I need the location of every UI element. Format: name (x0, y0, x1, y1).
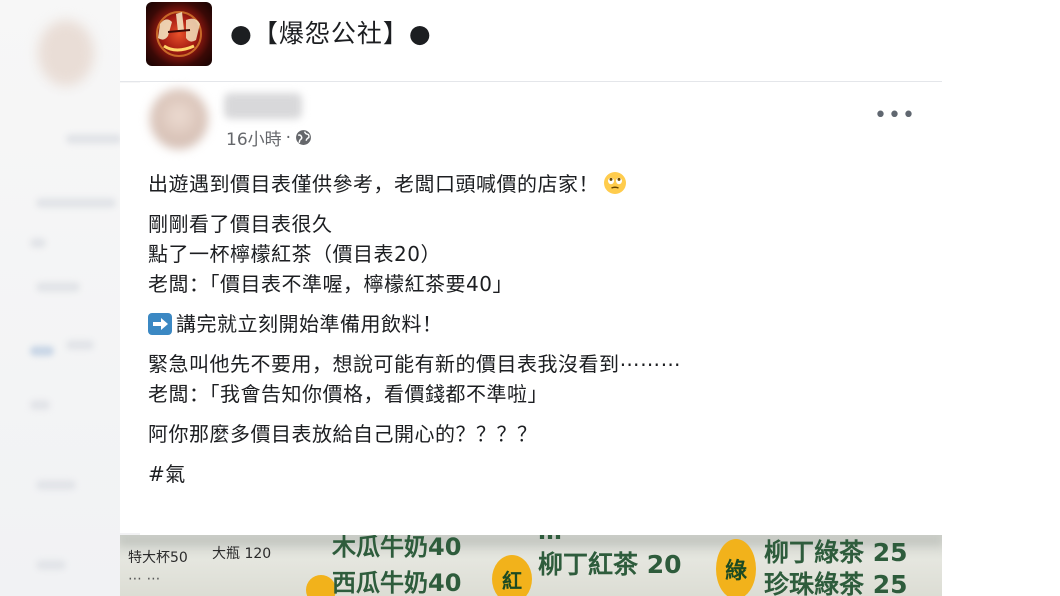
post-line-6: 緊急叫他先不要用，想說可能有新的價目表我沒看到⋯⋯⋯ (148, 352, 681, 376)
photo-menu-item: 木瓜牛奶40 (332, 535, 462, 561)
post-hashtag[interactable]: #氣 (148, 459, 908, 489)
blurred-background (0, 0, 140, 596)
photo-menu-item: 西瓜牛奶40 (332, 569, 462, 596)
post-line-8: 阿你那麼多價目表放給自己開心的？？？？ (148, 422, 538, 446)
post-line-1: 出遊遇到價目表僅供參考，老闆口頭喊價的店家！ (148, 169, 908, 199)
post-text: 講完就立刻開始準備用飲料！ (176, 312, 443, 336)
group-header: ●【爆怨公社】● (120, 0, 942, 82)
post-body: 出遊遇到價目表僅供參考，老闆口頭喊價的店家！ 剛剛看了價目表很久 點了一杯檸檬紅… (148, 169, 908, 489)
blurred-text-line (36, 480, 76, 490)
photo-menu-item: 珍珠綠茶 25 (764, 570, 908, 596)
photo-badge-red-tea: 紅 (492, 555, 532, 596)
post-line-2: 剛剛看了價目表很久 (148, 212, 333, 236)
photo-badge-green-tea: 綠 (716, 539, 756, 596)
blurred-text-line (66, 340, 94, 350)
more-options-icon[interactable]: ••• (874, 105, 915, 129)
post-line-4: 老闆：「價目表不準喔，檸檬紅茶要40」 (148, 272, 513, 296)
post-line-3: 點了一杯檸檬紅茶（價目表20） (148, 242, 441, 266)
photo-menu-item: ⋯ ⋯ (128, 571, 161, 587)
group-name[interactable]: ●【爆怨公社】● (230, 14, 432, 50)
blurred-avatar (38, 20, 94, 86)
group-logo[interactable] (146, 2, 212, 66)
group-logo-art (156, 11, 202, 57)
blurred-text-line (30, 400, 50, 410)
right-arrow-emoji-icon (148, 313, 172, 335)
author-avatar[interactable] (150, 89, 208, 149)
photo-menu-item: 柳丁綠茶 25 (764, 538, 908, 567)
post-timestamp[interactable]: 16小時 (226, 125, 282, 150)
post-line-7: 老闆：「我會告知你價格，看價錢都不準啦」 (148, 382, 548, 406)
rolling-eyes-emoji-icon (604, 172, 626, 194)
photo-menu-item: 柳丁紅茶 20 (538, 550, 682, 579)
post-photo[interactable]: 特大杯50 大瓶 120 ⋯ ⋯ 木瓜牛奶40 西瓜牛奶40 紅 ⋯ 柳丁紅茶 … (120, 535, 942, 596)
blurred-text-line (36, 560, 66, 570)
blurred-text-line (36, 198, 116, 208)
photo-menu-item: 大瓶 120 (212, 546, 272, 562)
blurred-text-line (36, 282, 80, 292)
meta-separator: · (285, 127, 292, 148)
post-text: 出遊遇到價目表僅供參考，老闆口頭喊價的店家！ (148, 172, 599, 196)
post-card: 16小時 · ••• 出遊遇到價目表僅供參考，老闆口頭喊價的店家！ 剛剛看了價目… (120, 83, 942, 533)
blurred-text-line (30, 346, 54, 356)
author-name-redacted[interactable] (224, 93, 302, 119)
post-meta: 16小時 · (226, 125, 312, 150)
globe-icon (295, 129, 312, 146)
photo-menu-item: 特大杯50 (128, 550, 188, 566)
blurred-text-line (30, 238, 46, 248)
blurred-text-line (66, 134, 122, 144)
post-line-5: 講完就立刻開始準備用飲料！ (148, 309, 908, 339)
